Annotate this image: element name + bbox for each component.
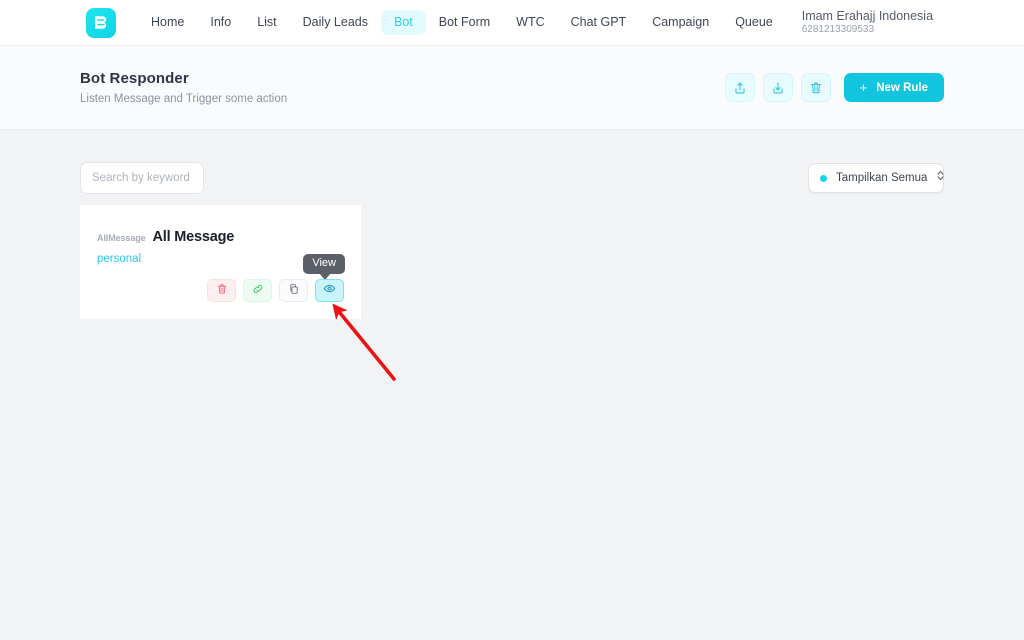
nav-link-list[interactable]: List — [244, 10, 289, 35]
nav-link-daily-leads[interactable]: Daily Leads — [290, 10, 381, 35]
page-header: Bot Responder Listen Message and Trigger… — [0, 46, 1024, 130]
brand-logo-icon[interactable] — [86, 7, 116, 38]
nav-link-info[interactable]: Info — [197, 10, 244, 35]
trash-icon — [216, 282, 228, 300]
search-input[interactable] — [80, 162, 204, 194]
new-rule-button[interactable]: + New Rule — [843, 73, 944, 102]
link-icon — [252, 282, 264, 300]
page-title: Bot Responder — [80, 70, 189, 87]
nav-link-bot-form[interactable]: Bot Form — [426, 10, 503, 35]
page-header-text: Bot Responder Listen Message and Trigger… — [80, 70, 287, 105]
import-button[interactable] — [762, 73, 793, 102]
card-title: All Message — [152, 229, 235, 245]
card-actions — [207, 279, 344, 302]
nav-link-chat-gpt[interactable]: Chat GPT — [558, 10, 640, 35]
trash-icon — [809, 81, 823, 95]
nav-link-home[interactable]: Home — [138, 10, 197, 35]
plus-icon: + — [859, 80, 868, 95]
delete-button[interactable] — [800, 73, 831, 102]
card-kicker: AllMessage — [97, 233, 146, 243]
nav-link-bot[interactable]: Bot — [380, 10, 426, 35]
page-header-actions: + New Rule — [724, 73, 944, 102]
nav-link-queue[interactable]: Queue — [722, 10, 786, 35]
user-phone: 6281213309533 — [801, 24, 875, 36]
toolbar: Tampilkan Semua — [0, 130, 1024, 194]
rule-card[interactable]: AllMessage All Message personal View — [80, 205, 361, 319]
top-navbar: Home Info List Daily Leads Bot Bot Form … — [0, 0, 1024, 46]
card-copy-button[interactable] — [279, 279, 308, 302]
nav-link-wtc[interactable]: WTC — [503, 10, 557, 35]
view-tooltip: View — [303, 254, 345, 280]
page-subtitle: Listen Message and Trigger some action — [80, 93, 288, 105]
nav-link-campaign[interactable]: Campaign — [639, 10, 722, 35]
import-icon — [771, 81, 785, 95]
cards-area: AllMessage All Message personal View — [0, 194, 1024, 319]
card-heading: AllMessage All Message — [97, 229, 343, 245]
status-dot-icon — [820, 174, 827, 182]
filter-select[interactable]: Tampilkan Semua — [808, 163, 945, 193]
user-name: Imam Erahajj Indonesia — [801, 9, 934, 24]
chevron-updown-icon — [936, 169, 945, 187]
card-link-button[interactable] — [243, 279, 272, 302]
export-button[interactable] — [724, 73, 755, 102]
nav-links: Home Info List Daily Leads Bot Bot Form … — [138, 10, 786, 35]
new-rule-label: New Rule — [876, 81, 928, 94]
filter-select-label: Tampilkan Semua — [836, 172, 928, 184]
card-tag[interactable]: personal — [97, 253, 141, 265]
eye-icon — [323, 282, 336, 300]
export-icon — [733, 81, 747, 95]
copy-icon — [288, 282, 300, 300]
user-account[interactable]: Imam Erahajj Indonesia 6281213309533 — [802, 9, 933, 36]
card-view-button[interactable] — [315, 279, 344, 302]
card-delete-button[interactable] — [207, 279, 236, 302]
